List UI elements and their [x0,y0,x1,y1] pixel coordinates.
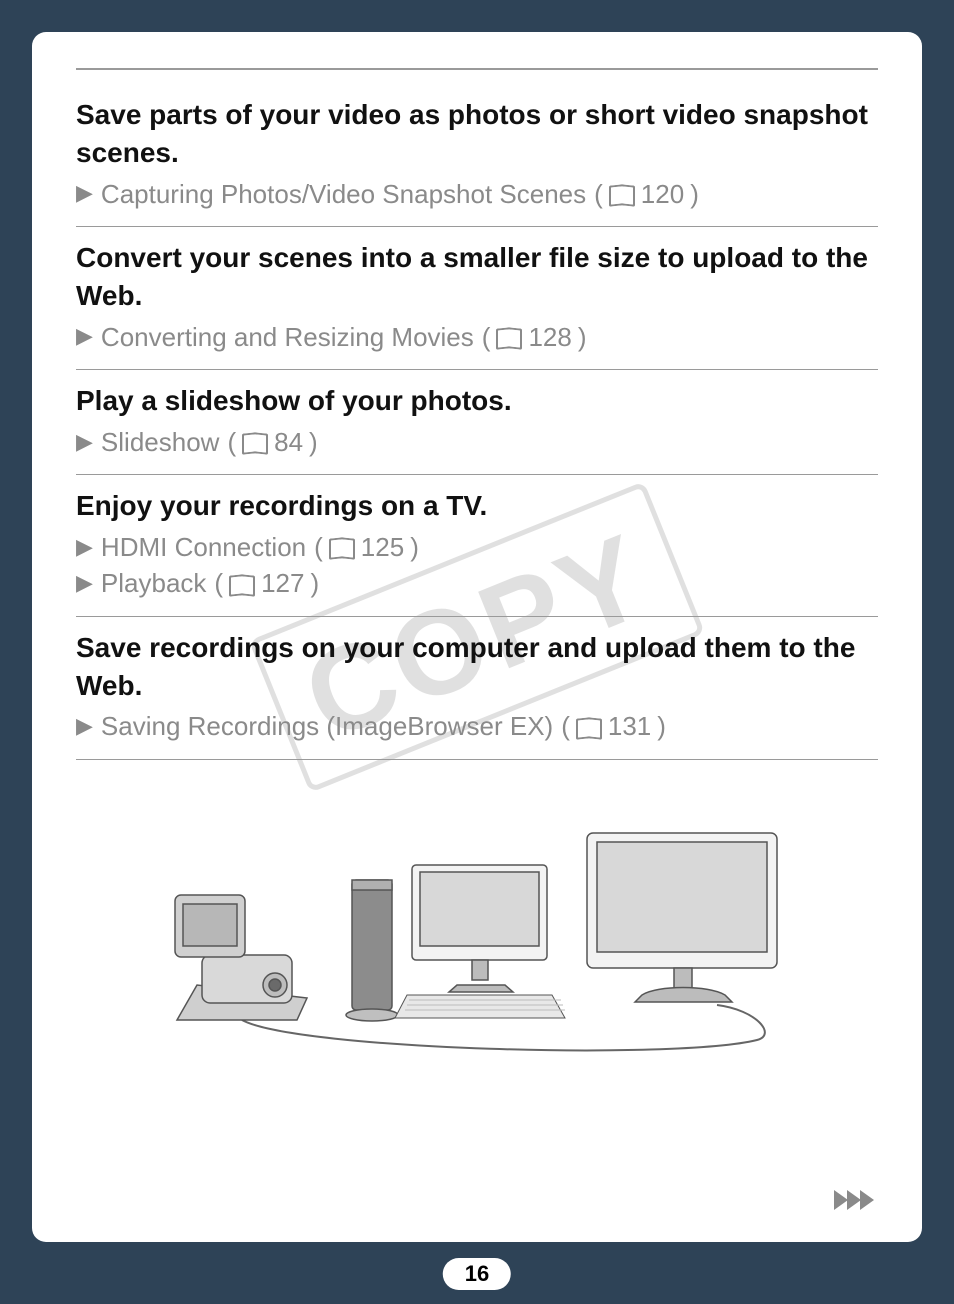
reference-label: HDMI Connection [101,529,306,565]
devices-illustration-svg [157,790,797,1070]
section-title: Save parts of your video as photos or sh… [76,96,878,172]
reference-label: Playback [101,565,207,601]
book-icon [329,537,355,557]
next-page-indicator[interactable] [835,1190,874,1210]
page-ref: (131) [561,708,666,744]
book-icon [609,184,635,204]
reference-label: Converting and Resizing Movies [101,319,474,355]
page-ref-number: 131 [608,708,651,744]
triangle-icon: ▶ [76,427,93,458]
reference-label: Capturing Photos/Video Snapshot Scenes [101,176,586,212]
book-icon [229,574,255,594]
book-icon [576,717,602,737]
reference-link[interactable]: ▶ HDMI Connection (125) [76,529,878,565]
feature-section: Convert your scenes into a smaller file … [76,227,878,370]
page-ref: (127) [214,565,319,601]
triangle-icon: ▶ [76,532,93,563]
feature-section: Enjoy your recordings on a TV. ▶ HDMI Co… [76,475,878,617]
top-divider [76,68,878,70]
section-title: Convert your scenes into a smaller file … [76,239,878,315]
page-ref-number: 120 [641,176,684,212]
page-ref-number: 125 [361,529,404,565]
page-ref: (128) [482,319,587,355]
reference-label: Slideshow [101,424,220,460]
page-number: 16 [443,1258,511,1290]
connection-illustration [76,790,878,1070]
reference-link[interactable]: ▶ Saving Recordings (ImageBrowser EX) (1… [76,708,878,744]
reference-link[interactable]: ▶ Playback (127) [76,565,878,601]
reference-link[interactable]: ▶ Capturing Photos/Video Snapshot Scenes… [76,176,878,212]
reference-link[interactable]: ▶ Converting and Resizing Movies (128) [76,319,878,355]
page-ref-number: 128 [528,319,571,355]
triangle-icon: ▶ [76,321,93,352]
feature-section: Play a slideshow of your photos. ▶ Slide… [76,370,878,475]
section-title: Play a slideshow of your photos. [76,382,878,420]
triangle-icon: ▶ [76,711,93,742]
reference-link[interactable]: ▶ Slideshow (84) [76,424,878,460]
page-ref-number: 127 [261,565,304,601]
feature-section: Save parts of your video as photos or sh… [76,84,878,227]
feature-section: Save recordings on your computer and upl… [76,617,878,760]
document-page: COPY Save parts of your video as photos … [32,32,922,1242]
reference-label: Saving Recordings (ImageBrowser EX) [101,708,553,744]
page-ref: (120) [594,176,699,212]
chevron-right-icon [860,1190,874,1210]
section-title: Save recordings on your computer and upl… [76,629,878,705]
book-icon [496,327,522,347]
triangle-icon: ▶ [76,178,93,209]
chevron-right-icon [834,1190,848,1210]
triangle-icon: ▶ [76,568,93,599]
page-ref: (84) [227,424,317,460]
section-title: Enjoy your recordings on a TV. [76,487,878,525]
book-icon [242,432,268,452]
page-ref: (125) [314,529,419,565]
chevron-right-icon [847,1190,861,1210]
page-ref-number: 84 [274,424,303,460]
